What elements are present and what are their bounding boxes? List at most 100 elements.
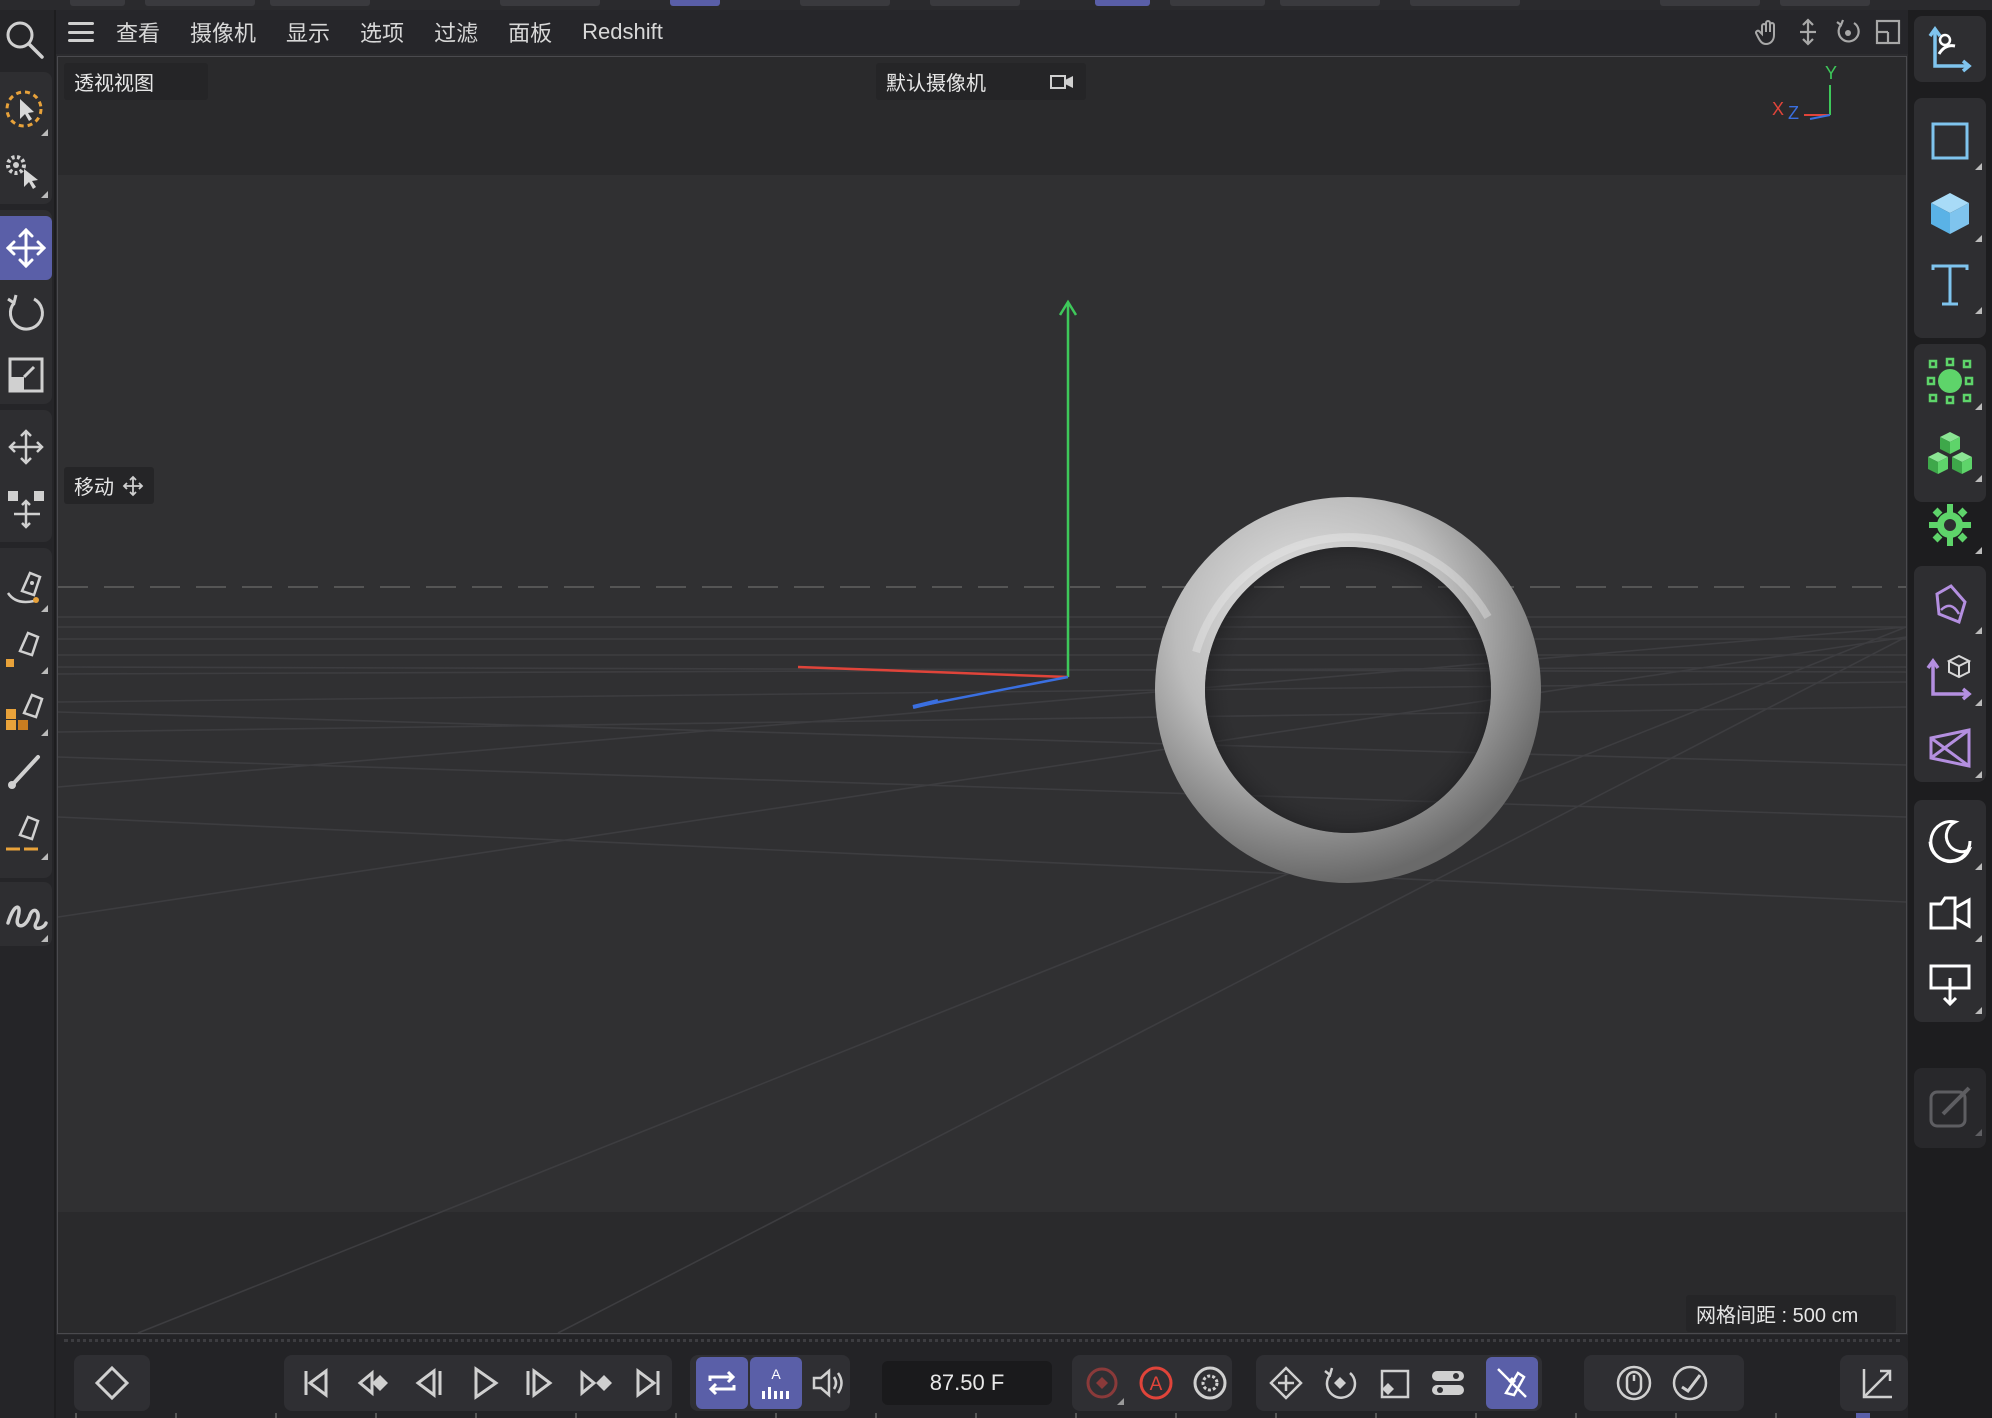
deform-axis-cube-icon — [1926, 654, 1972, 701]
expand-timeline-button[interactable] — [1852, 1357, 1904, 1409]
snap-move-button[interactable] — [0, 478, 52, 540]
brush-tool-button[interactable] — [0, 740, 52, 802]
camera-icon — [1929, 896, 1971, 930]
viewport-scene — [58, 57, 1906, 1333]
live-selection-button[interactable] — [0, 78, 52, 140]
timeline-separator — [64, 1339, 1900, 1346]
deformer-ffd-button[interactable] — [1914, 714, 1986, 784]
scale-tool-button[interactable] — [0, 344, 52, 406]
freehand-squiggle-icon — [6, 905, 48, 930]
key-scale-button[interactable] — [1368, 1357, 1420, 1409]
skip-end-icon — [636, 1368, 660, 1398]
spotlight-icon — [1929, 964, 1971, 1007]
freehand-spline-button[interactable] — [0, 884, 52, 946]
pen-line-icon — [6, 815, 42, 851]
hamburger-menu-icon[interactable] — [68, 22, 94, 42]
move-tool-button[interactable] — [0, 216, 52, 280]
diamond-icon — [94, 1365, 130, 1401]
previous-key-button[interactable] — [346, 1357, 398, 1409]
menu-redshift[interactable]: Redshift — [582, 19, 663, 45]
keyframe-button[interactable] — [86, 1357, 138, 1409]
subdivision-icon — [1926, 357, 1974, 405]
camera-name: 默认摄像机 — [886, 73, 986, 95]
record-icon — [1086, 1367, 1118, 1399]
spline-boolean-button[interactable] — [0, 678, 52, 740]
rotate-tool-button[interactable] — [0, 282, 52, 344]
axis-expand-icon — [1862, 1369, 1892, 1399]
text-spline-button[interactable] — [1914, 250, 1986, 320]
loop-toggle-button[interactable] — [696, 1357, 748, 1409]
rotate-icon — [7, 294, 44, 331]
step-forward-icon — [526, 1368, 553, 1398]
effector-button[interactable] — [1914, 490, 1986, 560]
menu-view[interactable]: 查看 — [116, 16, 160, 48]
go-to-end-button[interactable] — [622, 1357, 674, 1409]
camera-icon — [1050, 74, 1073, 89]
motion-mouse-button[interactable] — [1608, 1357, 1660, 1409]
transform-tool-button[interactable] — [0, 416, 52, 478]
record-button[interactable] — [1076, 1357, 1128, 1409]
right-toolbar — [1908, 10, 1992, 1418]
subdivision-button[interactable] — [1914, 346, 1986, 416]
current-frame-field[interactable]: 87.50 F — [882, 1361, 1052, 1405]
sound-button[interactable] — [802, 1357, 854, 1409]
mouse-icon — [1616, 1365, 1652, 1401]
spline-smooth-button[interactable] — [0, 802, 52, 864]
move-arrows-icon — [5, 227, 47, 269]
loop-icon — [708, 1370, 736, 1396]
go-to-start-button[interactable] — [290, 1357, 342, 1409]
camera-selector[interactable]: 默认摄像机 — [876, 63, 1086, 100]
environment-button[interactable] — [1914, 806, 1986, 876]
deformer-bend-button[interactable] — [1914, 570, 1986, 640]
light-object-button[interactable] — [1914, 950, 1986, 1020]
maximize-view-icon[interactable] — [1874, 18, 1902, 46]
sketch-pen-button[interactable] — [0, 616, 52, 678]
next-frame-button[interactable] — [514, 1357, 566, 1409]
coordinate-system-button[interactable] — [1914, 14, 1986, 84]
position-key-icon — [1269, 1366, 1303, 1400]
dolly-arrows-icon[interactable] — [1794, 18, 1822, 46]
deformer-axis-button[interactable] — [1914, 642, 1986, 712]
speaker-icon — [812, 1368, 843, 1398]
menu-filter[interactable]: 过滤 — [434, 16, 478, 48]
gear-circle-icon — [1193, 1366, 1227, 1400]
camera-object-button[interactable] — [1914, 878, 1986, 948]
edit-pencil-button[interactable] — [1914, 1072, 1986, 1142]
gear-cursor-icon — [6, 155, 38, 189]
null-object-button[interactable] — [1914, 106, 1986, 176]
cloner-button[interactable] — [1914, 418, 1986, 488]
tweak-button[interactable] — [0, 140, 52, 202]
frame-rate-button[interactable]: A — [750, 1357, 802, 1409]
snap-move-icon — [8, 491, 44, 529]
next-key-button[interactable] — [570, 1357, 622, 1409]
frame-rate-icon: A — [762, 1366, 789, 1399]
deform-shape-icon — [1935, 584, 1967, 625]
search-button[interactable] — [0, 10, 52, 72]
perspective-viewport[interactable]: 透视视图 默认摄像机 移动 Y X Z 网格间距 : 500 cm — [57, 56, 1907, 1334]
scale-key-icon — [1380, 1369, 1410, 1399]
torus-object — [1155, 497, 1541, 883]
menu-display[interactable]: 显示 — [286, 16, 330, 48]
key-parameter-button[interactable] — [1422, 1357, 1474, 1409]
play-button[interactable] — [458, 1357, 510, 1409]
orbit-icon[interactable] — [1834, 18, 1862, 46]
autokey-button[interactable]: A — [1130, 1357, 1182, 1409]
key-rotation-button[interactable] — [1314, 1357, 1366, 1409]
active-tool-name: 移动 — [74, 477, 114, 499]
view-name-label[interactable]: 透视视图 — [64, 63, 208, 100]
motion-path-button[interactable] — [1664, 1357, 1716, 1409]
key-position-button[interactable] — [1260, 1357, 1312, 1409]
previous-frame-button[interactable] — [402, 1357, 454, 1409]
key-settings-button[interactable] — [1184, 1357, 1236, 1409]
menu-cameras[interactable]: 摄像机 — [190, 16, 256, 48]
pen-curve-icon — [6, 571, 42, 604]
timeline-ruler[interactable] — [56, 1413, 1908, 1418]
menu-panel[interactable]: 面板 — [508, 16, 552, 48]
pan-hand-icon[interactable] — [1754, 18, 1782, 46]
cube-object-button[interactable] — [1914, 178, 1986, 248]
key-point-level-button[interactable] — [1486, 1357, 1538, 1409]
active-tool-label: 移动 — [64, 467, 154, 504]
pen-tool-button[interactable] — [0, 554, 52, 616]
text-t-icon — [1931, 264, 1969, 306]
menu-options[interactable]: 选项 — [360, 16, 404, 48]
